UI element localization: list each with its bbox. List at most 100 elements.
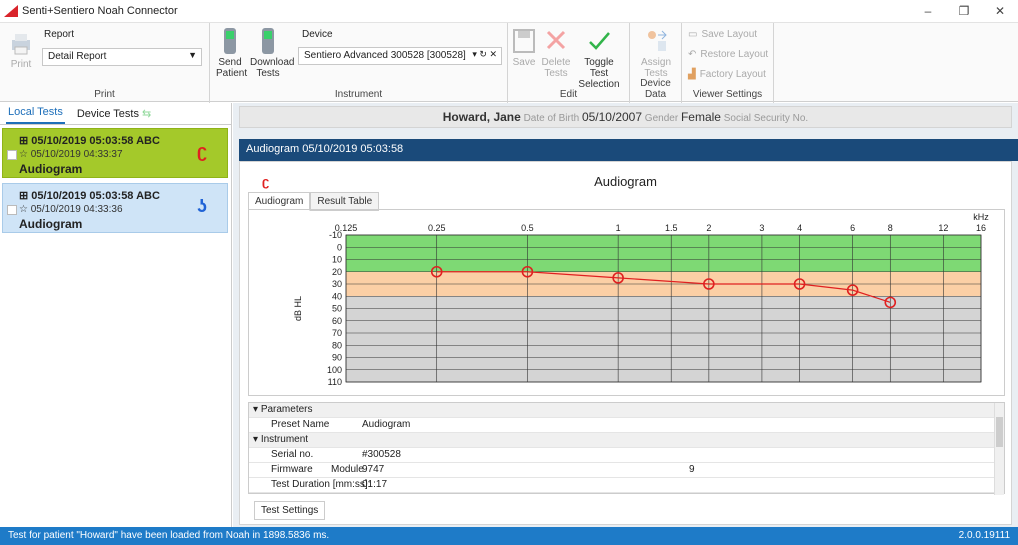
x-tick-label: 0.25 bbox=[428, 223, 446, 233]
y-tick-label: 40 bbox=[332, 291, 342, 301]
y-tick-label: 110 bbox=[328, 377, 342, 387]
x-tick-label: 2 bbox=[706, 223, 711, 233]
print-group: Print Report Detail Report ▼ Print bbox=[0, 23, 210, 103]
app-logo-icon bbox=[4, 5, 18, 17]
patient-dob: 05/10/2007 bbox=[581, 110, 643, 124]
y-tick-label: 0 bbox=[337, 242, 342, 252]
patient-name: Howard, Jane bbox=[442, 110, 521, 124]
test-checkbox[interactable] bbox=[7, 150, 17, 160]
params-row: Preset Name Audiogram bbox=[249, 418, 1004, 433]
status-bar: Test for patient "Howard" have been load… bbox=[0, 527, 1018, 545]
test-list-panel: Local Tests Device Tests ⇆ ⊞ 05/10/2019 … bbox=[0, 103, 232, 527]
parameters-grid: ▾ Parameters Preset Name Audiogram ▾ Inst… bbox=[248, 402, 1005, 495]
import-icon: ⊞ bbox=[19, 135, 32, 147]
test-card-type: Audiogram bbox=[19, 217, 83, 231]
device-data-group-label: Device Data bbox=[640, 78, 671, 100]
audiogram-chart-area: -10 0 10 20 30 40 50 60 70 80 90 100 110 0.125 0.25 0.5… bbox=[248, 209, 1005, 396]
version-label: 2.0.0.19111 bbox=[958, 530, 1010, 541]
test-card-subtitle: ☆ 05/10/2019 04:33:37 bbox=[19, 149, 123, 160]
device-icon bbox=[262, 28, 274, 54]
params-scrollbar[interactable] bbox=[994, 403, 1004, 495]
report-label: Report bbox=[44, 29, 75, 40]
audiogram-band bbox=[346, 235, 981, 272]
test-settings-tab[interactable]: Test Settings bbox=[254, 501, 326, 520]
left-ear-icon: ʖ bbox=[196, 196, 207, 216]
send-patient-button[interactable]: Send Patient bbox=[216, 27, 247, 79]
instrument-group: Send Patient Download Tests Device Senti… bbox=[210, 23, 508, 103]
viewer-settings-group: ▭ Save Layout ↶ Restore Layout ▟ Factory La… bbox=[682, 23, 774, 103]
x-tick-label: 1.5 bbox=[665, 223, 678, 233]
factory-icon: ▟ bbox=[688, 69, 696, 80]
refresh-close-icons: ▾ ↻ ✕ bbox=[472, 49, 497, 59]
y-tick-label: 100 bbox=[327, 365, 342, 375]
collapse-icon: ▾ bbox=[253, 404, 261, 415]
test-card[interactable]: ⊞ 05/10/2019 05:03:58 ABC ☆ 05/10/2019 0… bbox=[2, 128, 228, 178]
star-icon[interactable]: ☆ bbox=[19, 204, 31, 215]
params-section[interactable]: ▾ Parameters bbox=[249, 403, 1004, 418]
y-tick-label: 30 bbox=[332, 279, 342, 289]
audiogram-chart: -1001020304050607080901001100.125 0.25 0.5… bbox=[293, 212, 989, 387]
edit-group: Save Delete Tests Toggle Test Selection … bbox=[508, 23, 630, 103]
collapse-icon: ▾ bbox=[253, 434, 261, 445]
patient-gender: Female bbox=[680, 110, 721, 124]
x-tick-label: 0.125 bbox=[335, 223, 358, 233]
y-tick-label: 90 bbox=[332, 353, 342, 363]
params-section[interactable]: ▾ Instrument bbox=[249, 433, 1004, 448]
download-tests-button[interactable]: Download Tests bbox=[250, 27, 294, 79]
y-tick-label: 60 bbox=[332, 316, 342, 326]
scrollbar-thumb[interactable] bbox=[996, 417, 1003, 447]
tab-local-tests[interactable]: Local Tests bbox=[6, 106, 65, 124]
right-ear-icon: ʗ bbox=[196, 141, 207, 161]
tab-device-tests[interactable]: Device Tests ⇆ bbox=[75, 107, 153, 124]
x-tick-label: 3 bbox=[759, 223, 764, 233]
params-row: Serial no. #300528 bbox=[249, 448, 1004, 463]
star-icon[interactable]: ☆ bbox=[19, 149, 31, 160]
close-button[interactable]: ✕ bbox=[982, 0, 1018, 22]
status-message: Test for patient "Howard" have been load… bbox=[8, 530, 330, 541]
minimize-button[interactable]: – bbox=[910, 0, 946, 22]
import-icon: ⊞ bbox=[19, 190, 32, 202]
save-button[interactable]: Save bbox=[510, 27, 538, 68]
title-bar: Senti+Sentiero Noah Connector – ❐ ✕ bbox=[0, 0, 1018, 22]
params-row: Firmware Module 9747 9 bbox=[249, 463, 1004, 478]
test-card-subtitle: ☆ 05/10/2019 04:33:36 bbox=[19, 204, 123, 215]
delete-icon bbox=[546, 30, 566, 50]
test-tabs: Local Tests Device Tests ⇆ bbox=[0, 103, 231, 125]
chevron-down-icon: ▼ bbox=[188, 50, 197, 60]
print-group-label: Print bbox=[94, 89, 115, 100]
assign-tests-button[interactable]: Assign Tests bbox=[636, 27, 676, 79]
toggle-test-selection-button[interactable]: Toggle Test Selection bbox=[574, 27, 624, 90]
checkmark-icon bbox=[589, 32, 610, 50]
report-select[interactable]: Detail Report ▼ bbox=[42, 48, 202, 66]
factory-layout-button[interactable]: ▟ Factory Layout bbox=[688, 69, 766, 80]
x-tick-label: 16 bbox=[976, 223, 986, 233]
audiogram-band bbox=[346, 296, 981, 382]
x-tick-label: 8 bbox=[888, 223, 893, 233]
undo-icon: ↶ bbox=[688, 49, 697, 60]
instrument-group-label: Instrument bbox=[334, 89, 383, 100]
test-card-datetime: ⊞ 05/10/2019 05:03:58 ABC bbox=[19, 135, 160, 147]
window-controls: – ❐ ✕ bbox=[910, 0, 1018, 22]
save-layout-button[interactable]: ▭ Save Layout bbox=[688, 29, 757, 40]
params-row: Test Duration [mm:ss]: 01:17 bbox=[249, 478, 1004, 493]
sync-icon: ⇆ bbox=[142, 108, 152, 120]
restore-layout-button[interactable]: ↶ Restore Layout bbox=[688, 49, 768, 60]
main-panel: Howard, Jane Date of Birth 05/10/2007 Ge… bbox=[233, 103, 1018, 527]
window-title: Senti+Sentiero Noah Connector bbox=[22, 5, 178, 17]
assign-user-icon bbox=[648, 30, 667, 51]
printer-icon bbox=[12, 34, 30, 55]
device-select[interactable]: Sentiero Advanced 300528 [300528] ▾ ↻ ✕ bbox=[298, 47, 502, 65]
print-button[interactable]: Print bbox=[6, 31, 36, 70]
x-axis-label: kHz bbox=[973, 212, 989, 222]
y-tick-label: 70 bbox=[332, 328, 342, 338]
test-checkbox[interactable] bbox=[7, 205, 17, 215]
delete-tests-button[interactable]: Delete Tests bbox=[540, 27, 572, 79]
test-card-type: Audiogram bbox=[19, 162, 83, 176]
x-tick-label: 12 bbox=[938, 223, 948, 233]
patient-banner: Howard, Jane Date of Birth 05/10/2007 Ge… bbox=[239, 106, 1012, 128]
test-card[interactable]: ⊞ 05/10/2019 05:03:58 ABC ☆ 05/10/2019 0… bbox=[2, 183, 228, 233]
restore-button[interactable]: ❐ bbox=[946, 0, 982, 22]
y-tick-label: 20 bbox=[332, 267, 342, 277]
x-tick-label: 4 bbox=[797, 223, 802, 233]
device-icon bbox=[224, 28, 236, 54]
